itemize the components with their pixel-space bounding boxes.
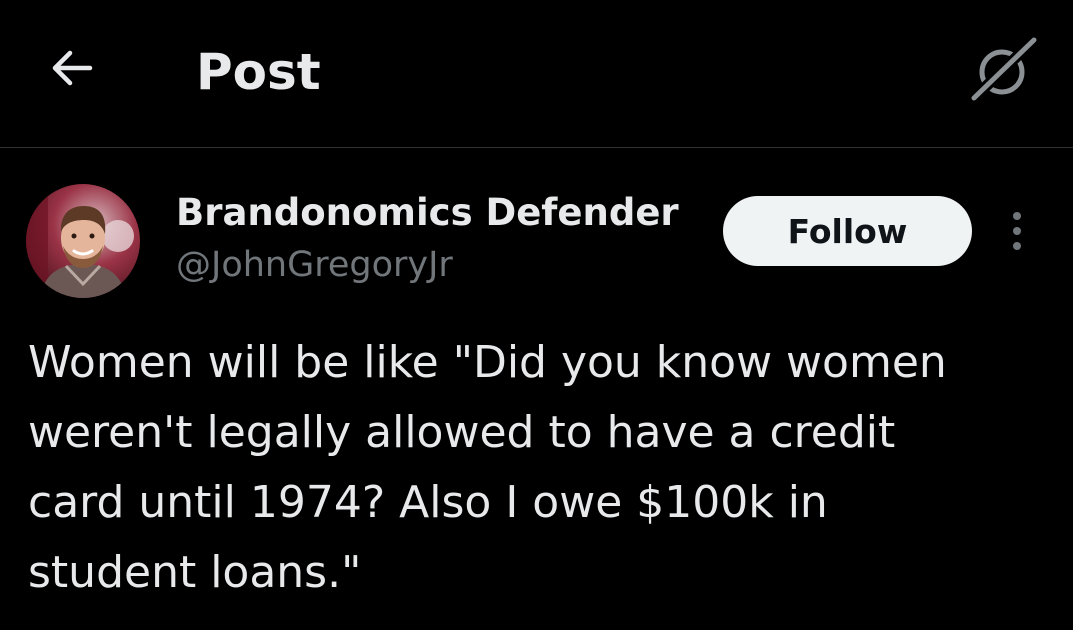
author-handle[interactable]: @JohnGregoryJr (176, 242, 453, 288)
grok-icon (968, 34, 1040, 104)
grok-button[interactable] (966, 32, 1042, 108)
more-options-button[interactable] (998, 206, 1036, 256)
back-button[interactable] (44, 40, 100, 96)
more-vertical-icon (1013, 212, 1021, 250)
author-display-name[interactable]: Brandonomics Defender (176, 190, 679, 236)
author-avatar[interactable] (26, 184, 140, 298)
post-text: Women will be like "Did you know women w… (28, 337, 947, 598)
page-title: Post (196, 43, 321, 101)
follow-button[interactable]: Follow (723, 196, 972, 266)
arrow-left-icon (52, 50, 93, 86)
top-app-bar: Post (0, 0, 1073, 148)
user-avatar (26, 184, 140, 298)
